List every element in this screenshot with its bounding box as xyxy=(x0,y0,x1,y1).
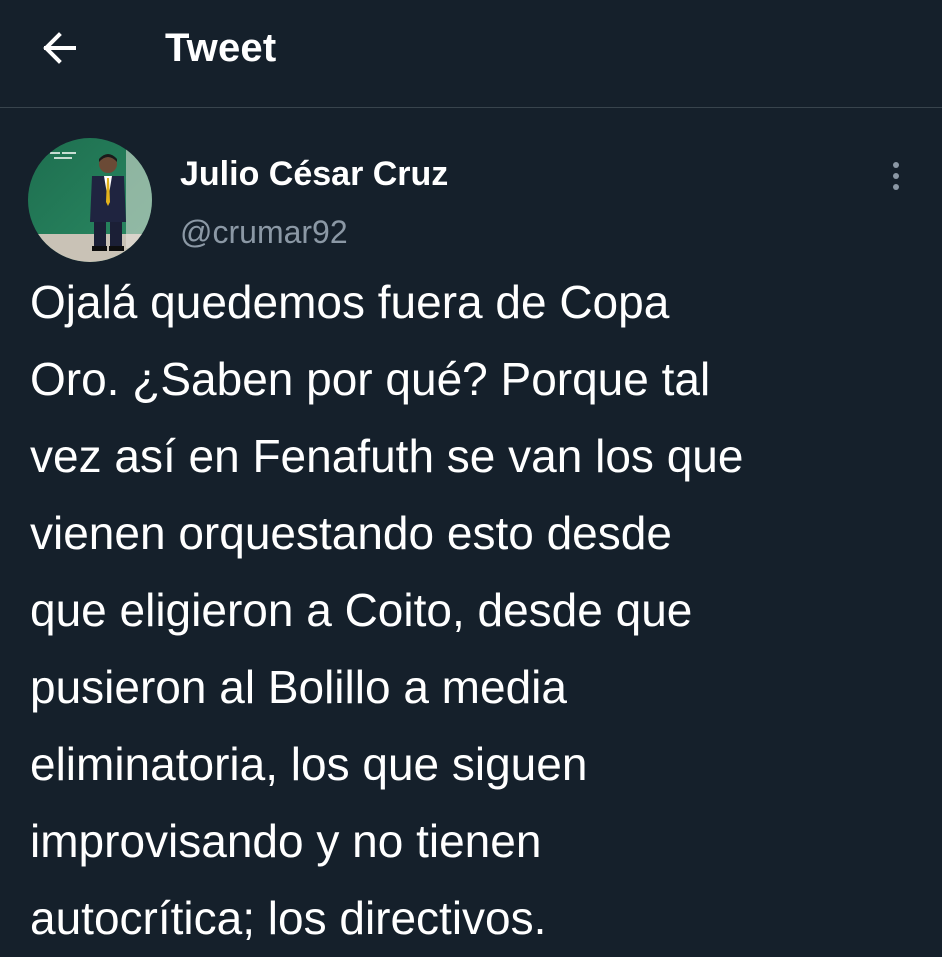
tweet-text-line: improvisando y no tienen xyxy=(30,815,542,867)
tweet-text-line: Oro. ¿Saben por qué? Porque tal xyxy=(30,353,711,405)
arrow-left-icon xyxy=(43,32,76,64)
tweet-text-line: autocrítica; los directivos. xyxy=(30,892,547,944)
avatar[interactable] xyxy=(28,138,152,262)
tweet: Julio César Cruz @crumar92 Ojalá quedemo… xyxy=(0,108,942,944)
page-title: Tweet xyxy=(165,26,277,70)
back-button[interactable] xyxy=(28,20,92,76)
top-bar: Tweet xyxy=(0,0,942,108)
tweet-text-line: que eligieron a Coito, desde que xyxy=(30,584,693,636)
tweet-text-line: vez así en Fenafuth se van los que xyxy=(30,430,744,482)
more-options-button[interactable] xyxy=(876,156,916,196)
avatar-photo xyxy=(28,138,152,262)
author-display-name[interactable]: Julio César Cruz xyxy=(180,154,448,194)
author-handle[interactable]: @crumar92 xyxy=(180,212,348,252)
tweet-text-line: pusieron al Bolillo a media xyxy=(30,661,567,713)
tweet-text: Ojalá quedemos fuera de Copa Oro. ¿Saben… xyxy=(30,264,930,957)
more-vertical-icon xyxy=(893,162,899,190)
tweet-text-line: vienen orquestando esto desde xyxy=(30,507,672,559)
tweet-text-line: eliminatoria, los que siguen xyxy=(30,738,588,790)
tweet-text-line: Ojalá quedemos fuera de Copa xyxy=(30,276,670,328)
